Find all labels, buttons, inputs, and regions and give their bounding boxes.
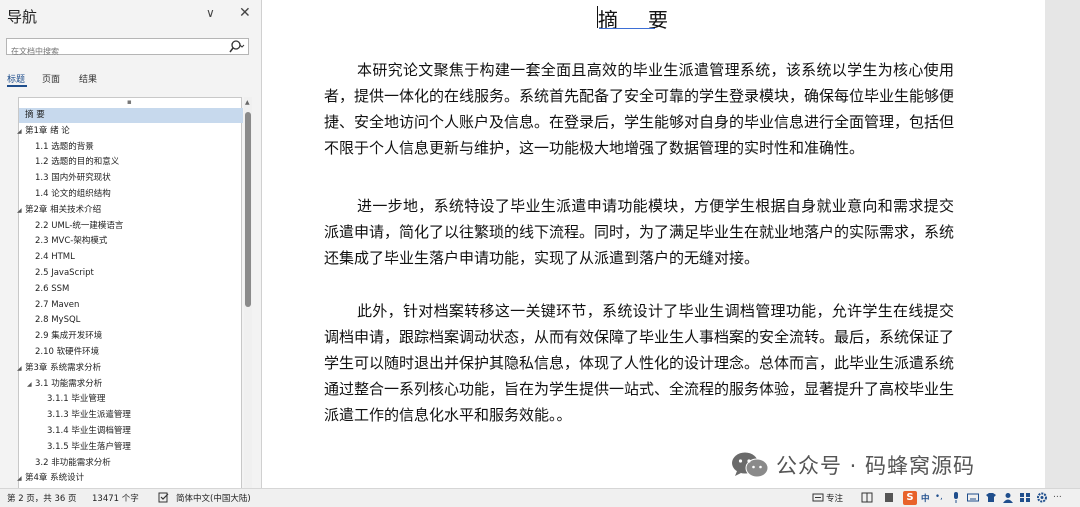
watermark: 公众号 · 码蜂窝源码 — [730, 447, 975, 483]
body-paragraph-3[interactable]: 此外，针对档案转移这一关键环节，系统设计了毕业生调档管理功能，允许学生在线提交调… — [324, 298, 954, 428]
focus-mode-button[interactable]: 专注 — [826, 492, 843, 504]
nav-heading-label: 2.10 软硬件环境 — [35, 347, 100, 357]
document-scrollbar[interactable] — [1045, 0, 1080, 488]
scroll-up-arrow-icon[interactable]: ▲ — [245, 99, 250, 106]
more-options-icon[interactable]: ⋯ — [1053, 492, 1062, 502]
nav-search-box[interactable] — [6, 38, 249, 59]
nav-heading-label: 3.1.4 毕业生调档管理 — [47, 426, 131, 436]
chevron-down-icon[interactable]: ∨ — [206, 6, 215, 20]
ime-chinese-mode-icon[interactable]: 中 — [921, 492, 930, 504]
nav-heading-label: 2.7 Maven — [35, 299, 80, 310]
nav-heading-label: 2.2 UML-统一建模语言 — [35, 220, 124, 231]
focus-icon[interactable] — [812, 492, 824, 503]
proofing-icon[interactable] — [158, 492, 170, 503]
active-tab-indicator — [7, 85, 27, 87]
collapse-arrow-icon[interactable]: ◢ — [17, 361, 22, 376]
nav-heading-label: 摘 要 — [25, 110, 45, 120]
nav-heading-item[interactable]: 3.1.4 毕业生调档管理 — [47, 424, 131, 439]
nav-heading-label: 3.1.5 毕业生落户管理 — [47, 441, 131, 452]
nav-heading-item[interactable]: 3.1.1 毕业管理 — [47, 392, 105, 407]
nav-heading-item[interactable]: ◢ 3.1 功能需求分析 — [27, 377, 103, 392]
nav-heading-label: 3.1 功能需求分析 — [35, 378, 103, 389]
nav-heading-item[interactable]: 2.10 软硬件环境 — [35, 345, 99, 360]
nav-heading-label: 1.4 论文的组织结构 — [35, 189, 111, 199]
nav-heading-label: 第4章 系统设计 — [25, 473, 85, 484]
nav-heading-item[interactable]: 1.4 论文的组织结构 — [35, 187, 111, 202]
collapse-arrow-icon[interactable]: ◢ — [27, 377, 32, 392]
close-icon[interactable]: ✕ — [239, 5, 251, 21]
nav-heading-item[interactable]: 1.2 选题的目的和意义 — [35, 155, 119, 170]
nav-heading-label: 1.3 国内外研究现状 — [35, 173, 111, 184]
nav-heading-item[interactable]: 3.2 非功能需求分析 — [35, 456, 111, 471]
print-layout-icon[interactable] — [883, 492, 895, 503]
nav-heading-item[interactable]: 3.1.5 毕业生落户管理 — [47, 440, 131, 455]
document-area: 摘要 本研究论文聚焦于构建一套全面且高效的毕业生派遣管理系统，该系统以学生为核心… — [262, 0, 1080, 488]
nav-heading-item[interactable]: ◢ 第2章 相关技术介绍 — [17, 203, 102, 218]
nav-heading-item[interactable]: ◢ 第4章 系统设计 — [17, 471, 85, 486]
nav-heading-label: 第2章 相关技术介绍 — [25, 204, 102, 215]
microphone-icon[interactable] — [950, 492, 962, 503]
status-bar: 第 2 页，共 36 页 13471 个字 简体中文(中国大陆) 专注 S 中 … — [0, 488, 1080, 507]
toolbox-icon[interactable] — [1019, 492, 1031, 503]
nav-heading-item[interactable]: ◢ 第3章 系统需求分析 — [17, 361, 102, 376]
tab-headings[interactable]: 标题 — [7, 72, 25, 85]
nav-heading-label: 第3章 系统需求分析 — [25, 362, 102, 373]
nav-title: 导航 — [7, 8, 38, 26]
word-count[interactable]: 13471 个字 — [92, 492, 139, 504]
watermark-text: 公众号 · 码蜂窝源码 — [776, 454, 976, 478]
nav-heading-item[interactable]: 2.4 HTML — [35, 250, 75, 265]
nav-heading-label: 3.1.3 毕业生派遣管理 — [47, 410, 131, 421]
search-input[interactable] — [7, 44, 230, 59]
nav-heading-label: 第1章 绪 论 — [25, 125, 70, 136]
nav-heading-label: 3.2 非功能需求分析 — [35, 457, 111, 468]
ime-punctuation-icon[interactable]: •, — [935, 492, 943, 502]
nav-heading-item[interactable]: 3.1.3 毕业生派遣管理 — [47, 408, 131, 423]
nav-heading-label: 2.8 MySQL — [35, 315, 81, 326]
tree-top-marker: ▪ — [127, 98, 132, 106]
nav-heading-item[interactable]: 2.2 UML-统一建模语言 — [35, 219, 123, 234]
nav-heading-item[interactable]: 2.8 MySQL — [35, 313, 80, 328]
language-indicator[interactable]: 简体中文(中国大陆) — [176, 492, 251, 504]
nav-heading-item[interactable]: 2.6 SSM — [35, 282, 69, 297]
collapse-arrow-icon[interactable]: ◢ — [17, 124, 22, 139]
nav-heading-label: 1.1 选题的背景 — [35, 141, 94, 152]
nav-heading-item[interactable]: 2.7 Maven — [35, 298, 79, 313]
nav-heading-item[interactable]: 2.9 集成开发环境 — [35, 329, 102, 344]
nav-heading-label: 3.1.1 毕业管理 — [47, 394, 106, 405]
tab-pages[interactable]: 页面 — [42, 72, 60, 85]
nav-heading-label: 2.3 MVC-架构模式 — [35, 236, 108, 247]
wechat-icon — [732, 452, 769, 478]
page-count[interactable]: 第 2 页，共 36 页 — [7, 492, 77, 504]
read-mode-icon[interactable] — [861, 492, 873, 503]
nav-heading-item[interactable]: 摘 要 — [19, 108, 243, 123]
nav-heading-item[interactable]: 2.5 JavaScript — [35, 266, 94, 281]
nav-heading-label: 2.6 SSM — [35, 283, 70, 294]
body-paragraph-1[interactable]: 本研究论文聚焦于构建一套全面且高效的毕业生派遣管理系统，该系统以学生为核心使用者… — [324, 57, 954, 161]
body-paragraph-2[interactable]: 进一步地，系统特设了毕业生派遣申请功能模块，方便学生根据自身就业意向和需求提交派… — [324, 193, 954, 271]
heading-tree: ▪ 摘 要 ◢ 第1章 绪 论 1.1 选题的背景 1.2 选题的目的和意义 1.3 国内… — [17, 97, 243, 488]
search-icon[interactable] — [229, 39, 245, 54]
user-icon[interactable] — [1002, 492, 1014, 503]
collapse-arrow-icon[interactable]: ◢ — [17, 471, 22, 486]
nav-heading-label: 2.9 集成开发环境 — [35, 331, 103, 342]
settings-gear-icon[interactable] — [1036, 492, 1048, 503]
nav-heading-item[interactable]: ◢ 第1章 绪 论 — [17, 124, 70, 139]
keyboard-icon[interactable] — [967, 492, 979, 503]
skin-icon[interactable] — [985, 492, 997, 503]
title-underline — [599, 28, 655, 29]
document-page[interactable]: 摘要 本研究论文聚焦于构建一套全面且高效的毕业生派遣管理系统，该系统以学生为核心… — [262, 0, 1045, 488]
collapse-arrow-icon[interactable]: ◢ — [17, 203, 22, 218]
ime-logo-icon[interactable]: S — [903, 491, 917, 505]
nav-heading-item[interactable]: 1.1 选题的背景 — [35, 140, 94, 155]
nav-heading-label: 2.4 HTML — [35, 252, 75, 263]
nav-heading-item[interactable]: 2.3 MVC-架构模式 — [35, 234, 107, 249]
nav-heading-item[interactable]: 1.3 国内外研究现状 — [35, 171, 111, 186]
nav-heading-label: 2.5 JavaScript — [35, 268, 94, 278]
tab-results[interactable]: 结果 — [79, 72, 97, 85]
navigation-pane: 导航 ∨ ✕ 标题 页面 结果 ▪ 摘 要◢第1章 绪 论1.1 选题的背景1.… — [0, 0, 262, 488]
nav-heading-label: 1.2 选题的目的和意义 — [35, 157, 120, 168]
nav-scrollbar-thumb[interactable] — [245, 112, 251, 307]
